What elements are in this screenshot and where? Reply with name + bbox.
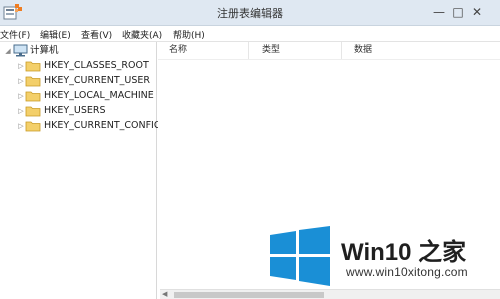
minimize-button[interactable]: — [430,4,448,20]
tree-item-hkey-current-user[interactable]: ▷ HKEY_CURRENT_USER [0,74,157,88]
folder-icon [25,106,41,117]
column-divider[interactable] [248,42,249,59]
collapsed-arrow-icon[interactable]: ▷ [17,59,25,73]
menu-favorites[interactable]: 收藏夹(A) [122,28,162,41]
watermark-brand: Win10 之家 [341,239,467,266]
collapsed-arrow-icon[interactable]: ▷ [17,89,25,103]
folder-icon [25,76,41,87]
column-divider[interactable] [341,42,342,59]
menu-bar: 文件(F) 编辑(E) 查看(V) 收藏夹(A) 帮助(H) [0,26,500,42]
folder-icon [25,61,41,72]
title-bar: 注册表编辑器 — □ ✕ [0,0,500,26]
computer-icon [13,44,28,57]
folder-icon [25,121,41,132]
column-header-type[interactable]: 类型 [262,42,280,59]
collapsed-arrow-icon[interactable]: ▷ [17,104,25,118]
tree-root-computer[interactable]: ◢ 计算机 [0,44,150,58]
tree-item-hkey-current-config[interactable]: ▷ HKEY_CURRENT_CONFIG [0,119,161,133]
scrollbar-thumb[interactable] [174,292,324,298]
column-header-data[interactable]: 数据 [354,42,372,59]
header-divider [158,59,500,60]
tree-item-label: HKEY_CURRENT_USER [44,75,150,86]
tree-item-label: HKEY_LOCAL_MACHINE [44,90,154,101]
watermark-url: www.win10xitong.com [346,265,468,279]
tree-item-hkey-users[interactable]: ▷ HKEY_USERS [0,104,157,118]
windows-logo-watermark [270,226,330,286]
window-title: 注册表编辑器 [217,7,283,20]
tree-item-label: HKEY_CURRENT_CONFIG [44,120,162,131]
tree-root-label: 计算机 [30,45,59,56]
tree-item-hkey-classes-root[interactable]: ▷ HKEY_CLASSES_ROOT [0,59,157,73]
column-header-name[interactable]: 名称 [169,42,187,59]
collapsed-arrow-icon[interactable]: ▷ [17,74,25,88]
folder-icon [25,91,41,102]
horizontal-scrollbar[interactable]: ◀ [160,289,500,299]
menu-help[interactable]: 帮助(H) [173,28,205,41]
tree-item-hkey-local-machine[interactable]: ▷ HKEY_LOCAL_MACHINE [0,89,157,103]
menu-edit[interactable]: 编辑(E) [40,28,71,41]
tree-item-label: HKEY_USERS [44,105,106,116]
registry-tree: ◢ 计算机 ▷ HKEY_CLASSES_ROOT ▷ HKEY_CURRENT… [0,42,161,299]
close-button[interactable]: ✕ [468,4,486,20]
menu-view[interactable]: 查看(V) [81,28,112,41]
scroll-left-icon[interactable]: ◀ [162,290,167,298]
collapsed-arrow-icon[interactable]: ▷ [17,119,25,133]
menu-file[interactable]: 文件(F) [0,28,30,41]
tree-item-label: HKEY_CLASSES_ROOT [44,60,149,71]
maximize-button[interactable]: □ [449,4,467,20]
expanded-arrow-icon[interactable]: ◢ [4,44,12,58]
